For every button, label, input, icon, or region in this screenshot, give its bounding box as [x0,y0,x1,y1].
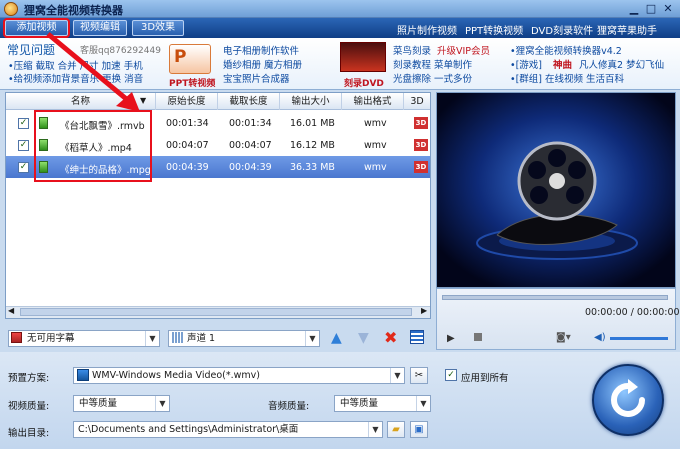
open-folder-icon[interactable]: ▣ [410,421,428,438]
move-up-icon[interactable]: ▲ [331,330,342,346]
link-apple-helper[interactable]: 狸窝苹果助手 [597,22,657,37]
volume-icon[interactable]: ◀) [594,332,606,343]
chevron-down-icon[interactable]: ▼ [145,331,159,346]
video-preview [436,92,676,288]
output-format: wmv [364,162,387,173]
promo1-line2[interactable]: 婚纱相册 魔方相册 [223,57,302,71]
dvd-icon[interactable] [340,42,386,72]
scroll-left-icon[interactable]: ◀ [8,306,14,315]
delete-icon[interactable]: ✖ [384,328,397,347]
promo3-shenqu[interactable]: 神曲 [553,57,572,71]
annotation-arrow-icon [46,32,140,112]
play-icon[interactable]: ▶ [447,333,455,344]
promo3-game-tag[interactable]: •[游戏] [510,57,542,71]
original-length: 00:04:39 [166,162,209,173]
scroll-right-icon[interactable]: ▶ [421,306,427,315]
seek-slider[interactable] [442,295,668,300]
output-dir-label: 输出目录: [8,428,50,439]
header-3d[interactable]: 3D [404,93,430,110]
browse-folder-icon[interactable]: ▰ [387,421,405,438]
film-reel-icon [437,93,675,287]
row-checkbox[interactable]: ✓ [18,162,29,173]
audio-quality-label: 音频质量: [268,401,310,412]
header-output-size[interactable]: 输出大小 [280,93,342,110]
original-length: 00:04:07 [166,140,209,151]
burn-dvd-label[interactable]: 刻录DVD [344,76,384,89]
cut-length: 00:04:39 [229,162,272,173]
audio-track-dropdown[interactable]: 声道 1 [168,330,320,347]
output-format: wmv [364,140,387,151]
timecode: 00:00:00 / 00:00:00 [585,307,680,318]
3d-icon[interactable]: 3D [414,117,428,129]
3d-icon[interactable]: 3D [414,139,428,151]
ppt-letter: P [174,47,187,67]
link-dvd-burner[interactable]: DVD刻录软件 [531,22,593,37]
move-down-icon[interactable]: ▼ [358,330,369,346]
chevron-down-icon[interactable]: ▼ [155,396,169,411]
row-checkbox[interactable]: ✓ [18,118,29,129]
output-size: 36.33 MB [290,162,335,173]
apply-all-label: 应用到所有 [461,373,509,384]
chevron-down-icon[interactable]: ▼ [390,368,404,383]
promo2-line1[interactable]: 菜鸟刻录 [393,43,431,57]
ppt-to-video-label[interactable]: PPT转视频 [169,76,215,89]
header-original-length[interactable]: 原始长度 [156,93,218,110]
list-settings-icon[interactable] [410,330,424,344]
output-size: 16.12 MB [290,140,335,151]
link-photo-to-video[interactable]: 照片制作视频 [397,22,457,37]
3d-icon[interactable]: 3D [414,161,428,173]
link-ppt-to-video[interactable]: PPT转换视频 [465,22,523,37]
promo1-line3[interactable]: 宝宝照片合成器 [223,71,290,85]
subtitle-icon [11,332,22,343]
convert-arrow-icon [611,379,645,417]
promo2-line2[interactable]: 刻录教程 菜单制作 [393,57,472,71]
minimize-button[interactable]: ▁ [628,3,640,15]
promo3-line3[interactable]: •[群组] 在线视频 生活百科 [510,71,624,85]
header-output-format[interactable]: 输出格式 [342,93,404,110]
app-logo-icon [4,2,18,16]
annotation-highlight-box [34,110,152,182]
video-quality-label: 视频质量: [8,401,50,412]
chevron-down-icon[interactable]: ▼ [416,396,430,411]
promo3-line1[interactable]: •狸窝全能视频转换器v4.2 [510,43,622,57]
tools-icon[interactable]: ✂ [410,367,428,384]
subtitle-dropdown[interactable]: 无可用字幕 [8,330,160,347]
preset-label: 预置方案: [8,373,50,384]
close-button[interactable]: ✕ [662,3,674,15]
camera-icon[interactable]: ◙▾ [556,332,571,343]
output-format: wmv [364,118,387,129]
vip-link[interactable]: 升级VIP会员 [437,43,490,57]
window-title: 狸窝全能视频转换器 [24,4,123,17]
output-dir-input[interactable]: C:\Documents and Settings\Administrator\… [73,421,383,438]
volume-slider[interactable] [610,337,668,340]
row-checkbox[interactable]: ✓ [18,140,29,151]
cut-length: 00:04:07 [229,140,272,151]
output-size: 16.01 MB [290,118,335,129]
promo1-line1[interactable]: 电子相册制作软件 [223,43,299,57]
chevron-down-icon[interactable]: ▼ [305,331,319,346]
wmv-format-icon [77,369,89,381]
cut-length: 00:01:34 [229,118,272,129]
audio-icon [172,332,183,343]
promo3-games[interactable]: 凡人修真2 梦幻飞仙 [579,57,664,71]
apply-all-checkbox[interactable]: ✓ [445,369,457,381]
scrollbar-thumb[interactable] [20,308,412,316]
header-cut-length[interactable]: 截取长度 [218,93,280,110]
chevron-down-icon[interactable]: ▼ [368,422,382,437]
maximize-button[interactable]: □ [645,3,657,15]
stop-icon[interactable] [474,333,482,341]
promo2-line3[interactable]: 光盘擦除 一式多份 [393,71,472,85]
preset-dropdown[interactable]: WMV-Windows Media Video(*.wmv) [73,367,405,384]
original-length: 00:01:34 [166,118,209,129]
